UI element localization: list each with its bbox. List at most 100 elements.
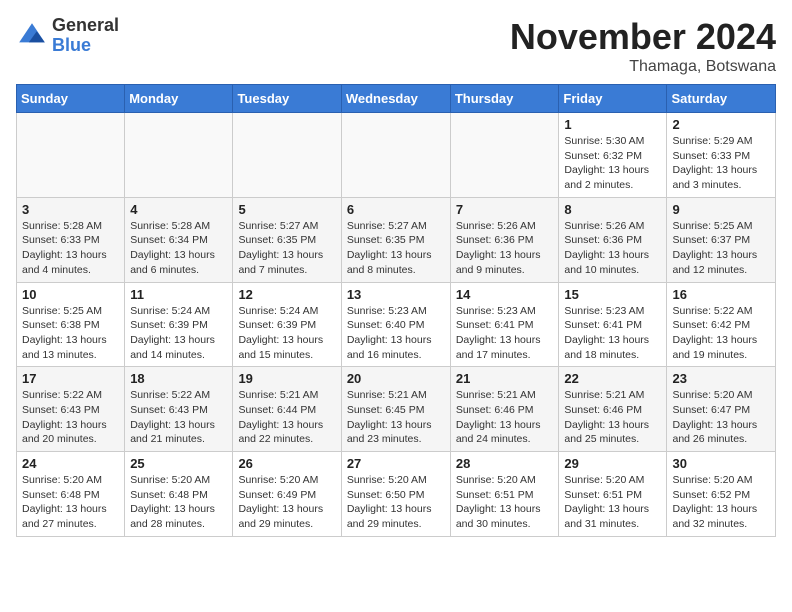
calendar-cell xyxy=(233,113,341,198)
calendar-cell: 9Sunrise: 5:25 AM Sunset: 6:37 PM Daylig… xyxy=(667,197,776,282)
day-info: Sunrise: 5:22 AM Sunset: 6:42 PM Dayligh… xyxy=(672,304,770,363)
day-number: 11 xyxy=(130,287,227,302)
day-number: 10 xyxy=(22,287,119,302)
logo: General Blue xyxy=(16,16,119,56)
calendar-week-row: 1 Sunrise: 5:30 AM Sunset: 6:32 PM Daylig… xyxy=(17,113,776,198)
calendar-cell: 22 Sunrise: 5:21 AM Sunset: 6:46 PM Dayli… xyxy=(559,367,667,452)
day-info: Sunrise: 5:20 AM Sunset: 6:51 PM Dayligh… xyxy=(456,473,554,532)
day-info: Sunrise: 5:27 AM Sunset: 6:35 PM Dayligh… xyxy=(238,219,335,278)
day-info: Sunrise: 5:21 AM Sunset: 6:46 PM Dayligh… xyxy=(456,388,554,447)
calendar-cell: 27 Sunrise: 5:20 AM Sunset: 6:50 PM Dayli… xyxy=(341,452,450,537)
day-info: Sunrise: 5:20 AM Sunset: 6:50 PM Dayligh… xyxy=(347,473,445,532)
calendar-cell: 3Sunrise: 5:28 AM Sunset: 6:33 PM Daylig… xyxy=(17,197,125,282)
day-number: 8 xyxy=(564,202,661,217)
calendar-cell: 10 Sunrise: 5:25 AM Sunset: 6:38 PM Dayli… xyxy=(17,282,125,367)
day-number: 22 xyxy=(564,371,661,386)
day-number: 20 xyxy=(347,371,445,386)
calendar-cell: 11 Sunrise: 5:24 AM Sunset: 6:39 PM Dayli… xyxy=(125,282,233,367)
weekday-header: Tuesday xyxy=(233,85,341,113)
day-info: Sunrise: 5:22 AM Sunset: 6:43 PM Dayligh… xyxy=(22,388,119,447)
day-info: Sunrise: 5:21 AM Sunset: 6:46 PM Dayligh… xyxy=(564,388,661,447)
logo-text: General Blue xyxy=(52,16,119,56)
day-number: 7 xyxy=(456,202,554,217)
day-info: Sunrise: 5:25 AM Sunset: 6:38 PM Dayligh… xyxy=(22,304,119,363)
calendar-cell: 28 Sunrise: 5:20 AM Sunset: 6:51 PM Dayli… xyxy=(450,452,559,537)
calendar-cell: 6 Sunrise: 5:27 AM Sunset: 6:35 PM Daylig… xyxy=(341,197,450,282)
weekday-header: Saturday xyxy=(667,85,776,113)
calendar-cell: 15 Sunrise: 5:23 AM Sunset: 6:41 PM Dayli… xyxy=(559,282,667,367)
day-number: 2 xyxy=(672,117,770,132)
calendar-cell: 17 Sunrise: 5:22 AM Sunset: 6:43 PM Dayli… xyxy=(17,367,125,452)
calendar-cell: 30 Sunrise: 5:20 AM Sunset: 6:52 PM Dayli… xyxy=(667,452,776,537)
weekday-header: Monday xyxy=(125,85,233,113)
day-number: 17 xyxy=(22,371,119,386)
day-number: 5 xyxy=(238,202,335,217)
calendar-cell: 2 Sunrise: 5:29 AM Sunset: 6:33 PM Daylig… xyxy=(667,113,776,198)
day-number: 21 xyxy=(456,371,554,386)
day-number: 13 xyxy=(347,287,445,302)
day-number: 19 xyxy=(238,371,335,386)
calendar-cell: 4Sunrise: 5:28 AM Sunset: 6:34 PM Daylig… xyxy=(125,197,233,282)
calendar-cell xyxy=(17,113,125,198)
day-info: Sunrise: 5:26 AM Sunset: 6:36 PM Dayligh… xyxy=(564,219,661,278)
calendar-header-row: SundayMondayTuesdayWednesdayThursdayFrid… xyxy=(17,85,776,113)
day-number: 16 xyxy=(672,287,770,302)
day-info: Sunrise: 5:26 AM Sunset: 6:36 PM Dayligh… xyxy=(456,219,554,278)
weekday-header: Friday xyxy=(559,85,667,113)
calendar-cell: 25Sunrise: 5:20 AM Sunset: 6:48 PM Dayli… xyxy=(125,452,233,537)
day-number: 15 xyxy=(564,287,661,302)
day-number: 28 xyxy=(456,456,554,471)
day-info: Sunrise: 5:20 AM Sunset: 6:48 PM Dayligh… xyxy=(130,473,227,532)
calendar-table: SundayMondayTuesdayWednesdayThursdayFrid… xyxy=(16,84,776,537)
day-info: Sunrise: 5:23 AM Sunset: 6:41 PM Dayligh… xyxy=(564,304,661,363)
month-title: November 2024 xyxy=(510,16,776,58)
day-info: Sunrise: 5:20 AM Sunset: 6:51 PM Dayligh… xyxy=(564,473,661,532)
calendar-week-row: 24 Sunrise: 5:20 AM Sunset: 6:48 PM Dayli… xyxy=(17,452,776,537)
day-number: 24 xyxy=(22,456,119,471)
calendar-cell xyxy=(341,113,450,198)
day-info: Sunrise: 5:30 AM Sunset: 6:32 PM Dayligh… xyxy=(564,134,661,193)
day-info: Sunrise: 5:21 AM Sunset: 6:44 PM Dayligh… xyxy=(238,388,335,447)
calendar-cell: 14 Sunrise: 5:23 AM Sunset: 6:41 PM Dayli… xyxy=(450,282,559,367)
day-number: 12 xyxy=(238,287,335,302)
day-info: Sunrise: 5:27 AM Sunset: 6:35 PM Dayligh… xyxy=(347,219,445,278)
day-info: Sunrise: 5:23 AM Sunset: 6:41 PM Dayligh… xyxy=(456,304,554,363)
day-number: 29 xyxy=(564,456,661,471)
calendar-cell: 8 Sunrise: 5:26 AM Sunset: 6:36 PM Daylig… xyxy=(559,197,667,282)
day-info: Sunrise: 5:24 AM Sunset: 6:39 PM Dayligh… xyxy=(130,304,227,363)
day-number: 30 xyxy=(672,456,770,471)
calendar-cell: 5 Sunrise: 5:27 AM Sunset: 6:35 PM Daylig… xyxy=(233,197,341,282)
day-number: 18 xyxy=(130,371,227,386)
weekday-header: Thursday xyxy=(450,85,559,113)
calendar-cell: 29 Sunrise: 5:20 AM Sunset: 6:51 PM Dayli… xyxy=(559,452,667,537)
day-number: 26 xyxy=(238,456,335,471)
calendar-cell: 23Sunrise: 5:20 AM Sunset: 6:47 PM Dayli… xyxy=(667,367,776,452)
day-info: Sunrise: 5:20 AM Sunset: 6:52 PM Dayligh… xyxy=(672,473,770,532)
day-number: 27 xyxy=(347,456,445,471)
page-header: General Blue November 2024 Thamaga, Bots… xyxy=(16,16,776,76)
calendar-cell xyxy=(125,113,233,198)
day-info: Sunrise: 5:29 AM Sunset: 6:33 PM Dayligh… xyxy=(672,134,770,193)
calendar-cell: 7 Sunrise: 5:26 AM Sunset: 6:36 PM Daylig… xyxy=(450,197,559,282)
calendar-cell: 16 Sunrise: 5:22 AM Sunset: 6:42 PM Dayli… xyxy=(667,282,776,367)
day-number: 14 xyxy=(456,287,554,302)
calendar-week-row: 10 Sunrise: 5:25 AM Sunset: 6:38 PM Dayli… xyxy=(17,282,776,367)
day-info: Sunrise: 5:23 AM Sunset: 6:40 PM Dayligh… xyxy=(347,304,445,363)
calendar-cell: 1 Sunrise: 5:30 AM Sunset: 6:32 PM Daylig… xyxy=(559,113,667,198)
calendar-week-row: 17 Sunrise: 5:22 AM Sunset: 6:43 PM Dayli… xyxy=(17,367,776,452)
day-number: 4 xyxy=(130,202,227,217)
day-number: 6 xyxy=(347,202,445,217)
calendar-cell: 21 Sunrise: 5:21 AM Sunset: 6:46 PM Dayli… xyxy=(450,367,559,452)
weekday-header: Wednesday xyxy=(341,85,450,113)
day-number: 23 xyxy=(672,371,770,386)
day-number: 1 xyxy=(564,117,661,132)
location: Thamaga, Botswana xyxy=(510,58,776,76)
title-block: November 2024 Thamaga, Botswana xyxy=(510,16,776,76)
logo-icon xyxy=(16,20,48,52)
weekday-header: Sunday xyxy=(17,85,125,113)
calendar-cell xyxy=(450,113,559,198)
day-info: Sunrise: 5:22 AM Sunset: 6:43 PM Dayligh… xyxy=(130,388,227,447)
calendar-cell: 20Sunrise: 5:21 AM Sunset: 6:45 PM Dayli… xyxy=(341,367,450,452)
calendar-week-row: 3Sunrise: 5:28 AM Sunset: 6:33 PM Daylig… xyxy=(17,197,776,282)
calendar-cell: 18 Sunrise: 5:22 AM Sunset: 6:43 PM Dayli… xyxy=(125,367,233,452)
